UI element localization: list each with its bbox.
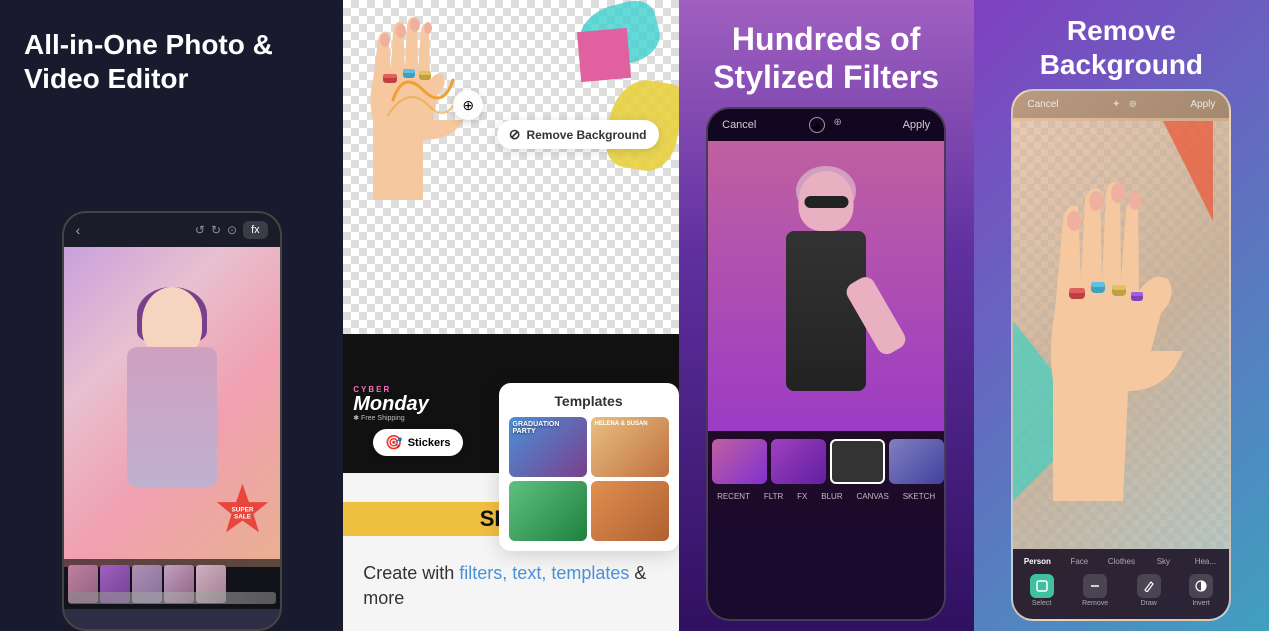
fx-badge: fx bbox=[243, 221, 268, 239]
invert-label: Invert bbox=[1192, 600, 1210, 607]
svg-text:SALE: SALE bbox=[234, 514, 252, 521]
perf-body bbox=[786, 231, 866, 391]
apply-button-4: Apply bbox=[1190, 99, 1215, 110]
remove-icon bbox=[1083, 574, 1107, 598]
filter-label-blur: BLUR bbox=[821, 492, 842, 501]
cat-tab-face: Face bbox=[1059, 555, 1099, 568]
model-body bbox=[127, 347, 217, 487]
panel-4-headline: Remove Background bbox=[974, 0, 1269, 89]
perf-head bbox=[799, 171, 854, 231]
template-thumb-1: GRADUATION PARTY bbox=[509, 417, 587, 477]
shipping-label: ✱ Free Shipping bbox=[353, 414, 429, 422]
cancel-button-3: Cancel bbox=[722, 119, 756, 131]
template-thumb-2: HELENA & SUSAN bbox=[591, 417, 669, 477]
action-tab-remove: Remove bbox=[1082, 574, 1108, 607]
filter-label-fx: FX bbox=[797, 492, 807, 501]
svg-text:SUPER: SUPER bbox=[231, 506, 253, 513]
monday-label: Monday bbox=[353, 394, 429, 414]
cat-tab-person: Person bbox=[1017, 555, 1057, 568]
filter-thumb-fltr bbox=[771, 439, 826, 484]
phone-header-4: Cancel ✦ ⊕ Apply bbox=[1013, 91, 1229, 118]
template-thumb-3 bbox=[509, 481, 587, 541]
template-thumb-4 bbox=[591, 481, 669, 541]
perf-arm bbox=[843, 273, 909, 357]
panel-templates: ⊕ Remove Background 🎯 Stickers CYBER Mon… bbox=[343, 0, 678, 631]
remove-bg-text: Remove Background bbox=[526, 128, 646, 142]
sunglasses bbox=[804, 196, 848, 208]
filter-strip: RECENT FLTR FX BLUR CANVAS SKETCH bbox=[708, 431, 944, 521]
remove-bg-badge: Remove Background bbox=[497, 120, 659, 149]
bottom-controls-4: Person Face Clothes Sky Hea... Select bbox=[1013, 549, 1229, 619]
cyber-monday-left: CYBER Monday ✱ Free Shipping bbox=[353, 385, 429, 422]
cat-tab-clothes: Clothes bbox=[1101, 555, 1141, 568]
filter-label-recent: RECENT bbox=[717, 492, 750, 501]
stickers-badge: 🎯 Stickers bbox=[373, 429, 462, 456]
phone-top-bar-1: ‹ ↺ ↻ ⊙ fx bbox=[64, 213, 280, 247]
cat-tab-head: Hea... bbox=[1185, 555, 1225, 568]
filter-labels: RECENT FLTR FX BLUR CANVAS SKETCH bbox=[708, 492, 944, 507]
model-photo-area: SUPER SALE bbox=[64, 247, 280, 567]
filter-thumb-recent bbox=[712, 439, 767, 484]
select-label: Select bbox=[1032, 600, 1051, 607]
action-tabs: Select Remove Draw bbox=[1013, 570, 1229, 611]
filter-thumb-blur bbox=[889, 439, 944, 484]
performer-area: RECENT FLTR FX BLUR CANVAS SKETCH bbox=[708, 141, 944, 521]
squiggle-decoration bbox=[383, 60, 463, 140]
panel-1-headline: All-in-One Photo & Video Editor bbox=[24, 28, 319, 95]
phone-mockup-4: Cancel ✦ ⊕ Apply bbox=[1011, 89, 1231, 621]
action-tab-select: Select bbox=[1030, 574, 1054, 607]
action-tab-draw: Draw bbox=[1137, 574, 1161, 607]
hand-large bbox=[1013, 121, 1229, 549]
draw-icon bbox=[1137, 574, 1161, 598]
invert-icon bbox=[1189, 574, 1213, 598]
category-tabs: Person Face Clothes Sky Hea... bbox=[1013, 549, 1229, 570]
stack-icon: ⊕ bbox=[833, 117, 849, 133]
phone-header-icons-4: ✦ ⊕ bbox=[1112, 99, 1137, 110]
filter-label-canvas: CANVAS bbox=[857, 492, 889, 501]
panel-video-editor: All-in-One Photo & Video Editor ‹ ↺ ↻ ⊙ … bbox=[0, 0, 343, 631]
cat-tab-sky: Sky bbox=[1143, 555, 1183, 568]
panel2-content: ⊕ Remove Background 🎯 Stickers CYBER Mon… bbox=[343, 0, 678, 631]
draw-label: Draw bbox=[1140, 600, 1156, 607]
select-icon bbox=[1030, 574, 1054, 598]
wand-icon-4: ✦ bbox=[1112, 99, 1120, 110]
stack-icon-4: ⊕ bbox=[1128, 99, 1136, 110]
cancel-button-4: Cancel bbox=[1027, 99, 1058, 110]
panel-remove-bg: Remove Background Cancel ✦ ⊕ Apply bbox=[974, 0, 1269, 631]
filter-label-fltr: FLTR bbox=[764, 492, 783, 501]
templates-panel: Templates GRADUATION PARTY HELENA & SUSA… bbox=[499, 383, 679, 551]
templates-grid: GRADUATION PARTY HELENA & SUSAN bbox=[509, 417, 669, 541]
phone-mockup-1: ‹ ↺ ↻ ⊙ fx Effects bbox=[62, 211, 282, 631]
phone-header-3: Cancel ✦ ⊕ Apply bbox=[708, 109, 944, 141]
templates-title: Templates bbox=[509, 393, 669, 409]
wand-icon: ✦ bbox=[809, 117, 825, 133]
sale-badge: SUPER SALE bbox=[215, 482, 270, 537]
phone-header-icons-3: ✦ ⊕ bbox=[809, 117, 849, 133]
filter-thumbs bbox=[708, 431, 944, 488]
panel-3-headline: Hundreds ofStylized Filters bbox=[693, 0, 959, 107]
waveform bbox=[68, 592, 276, 604]
top-bar-icons: ↺ ↻ ⊙ fx bbox=[195, 221, 268, 239]
filter-label-sketch: SKETCH bbox=[903, 492, 935, 501]
stickers-label: Stickers bbox=[408, 437, 451, 449]
timeline-strip bbox=[64, 559, 280, 609]
pink-rect bbox=[576, 28, 630, 82]
performer-figure bbox=[756, 161, 896, 461]
remove-label: Remove bbox=[1082, 600, 1108, 607]
action-tab-invert: Invert bbox=[1189, 574, 1213, 607]
panel-filters: Hundreds ofStylized Filters Cancel ✦ ⊕ A… bbox=[679, 0, 974, 631]
filter-thumb-fx bbox=[830, 439, 885, 484]
apply-button-3: Apply bbox=[903, 119, 931, 131]
phone-mockup-3: Cancel ✦ ⊕ Apply bbox=[706, 107, 946, 621]
